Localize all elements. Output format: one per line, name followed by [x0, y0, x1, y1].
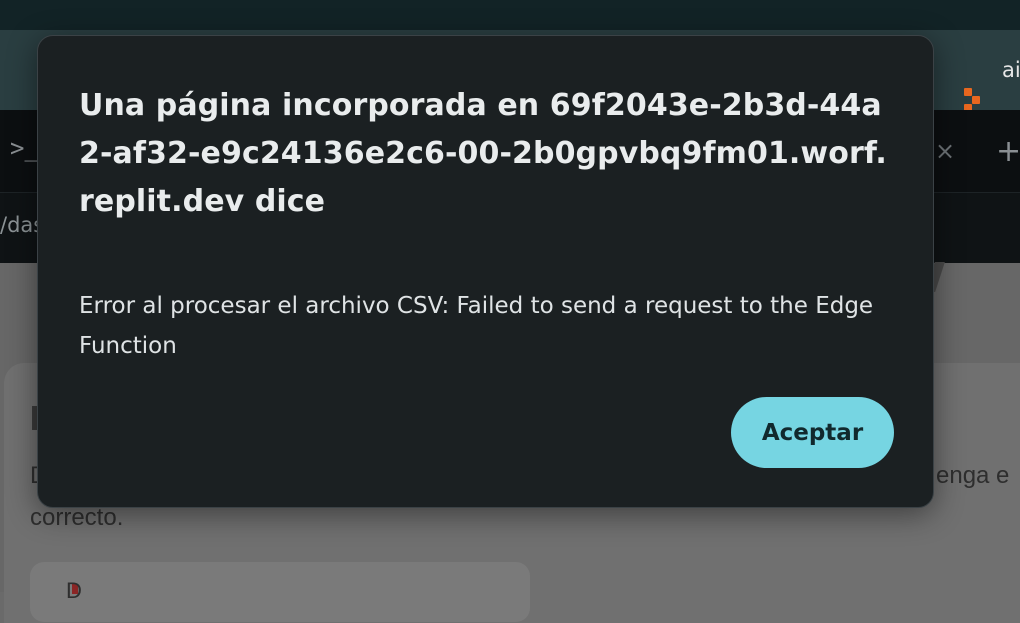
page-text-fragment-right: enga e [936, 462, 1010, 489]
extension-label[interactable]: ai [1002, 58, 1020, 82]
dialog-message: Error al procesar el archivo CSV: Failed… [79, 293, 874, 359]
dialog-title: Una página incorporada en 69f2043e-2b3d-… [79, 88, 887, 219]
accept-button[interactable]: Aceptar [731, 397, 894, 468]
close-tab-icon[interactable]: × [935, 137, 955, 165]
page-text-fragment-line2: correcto. [30, 504, 124, 531]
terminal-prompt-icon[interactable]: >_ [10, 134, 39, 162]
inner-card-text: D [66, 578, 82, 603]
browser-top-bar [0, 0, 1020, 30]
new-tab-icon[interactable]: + [996, 134, 1020, 169]
alert-dialog: Una página incorporada en 69f2043e-2b3d-… [37, 35, 934, 508]
page-inner-card [30, 562, 530, 622]
extension-icon[interactable] [964, 88, 986, 112]
